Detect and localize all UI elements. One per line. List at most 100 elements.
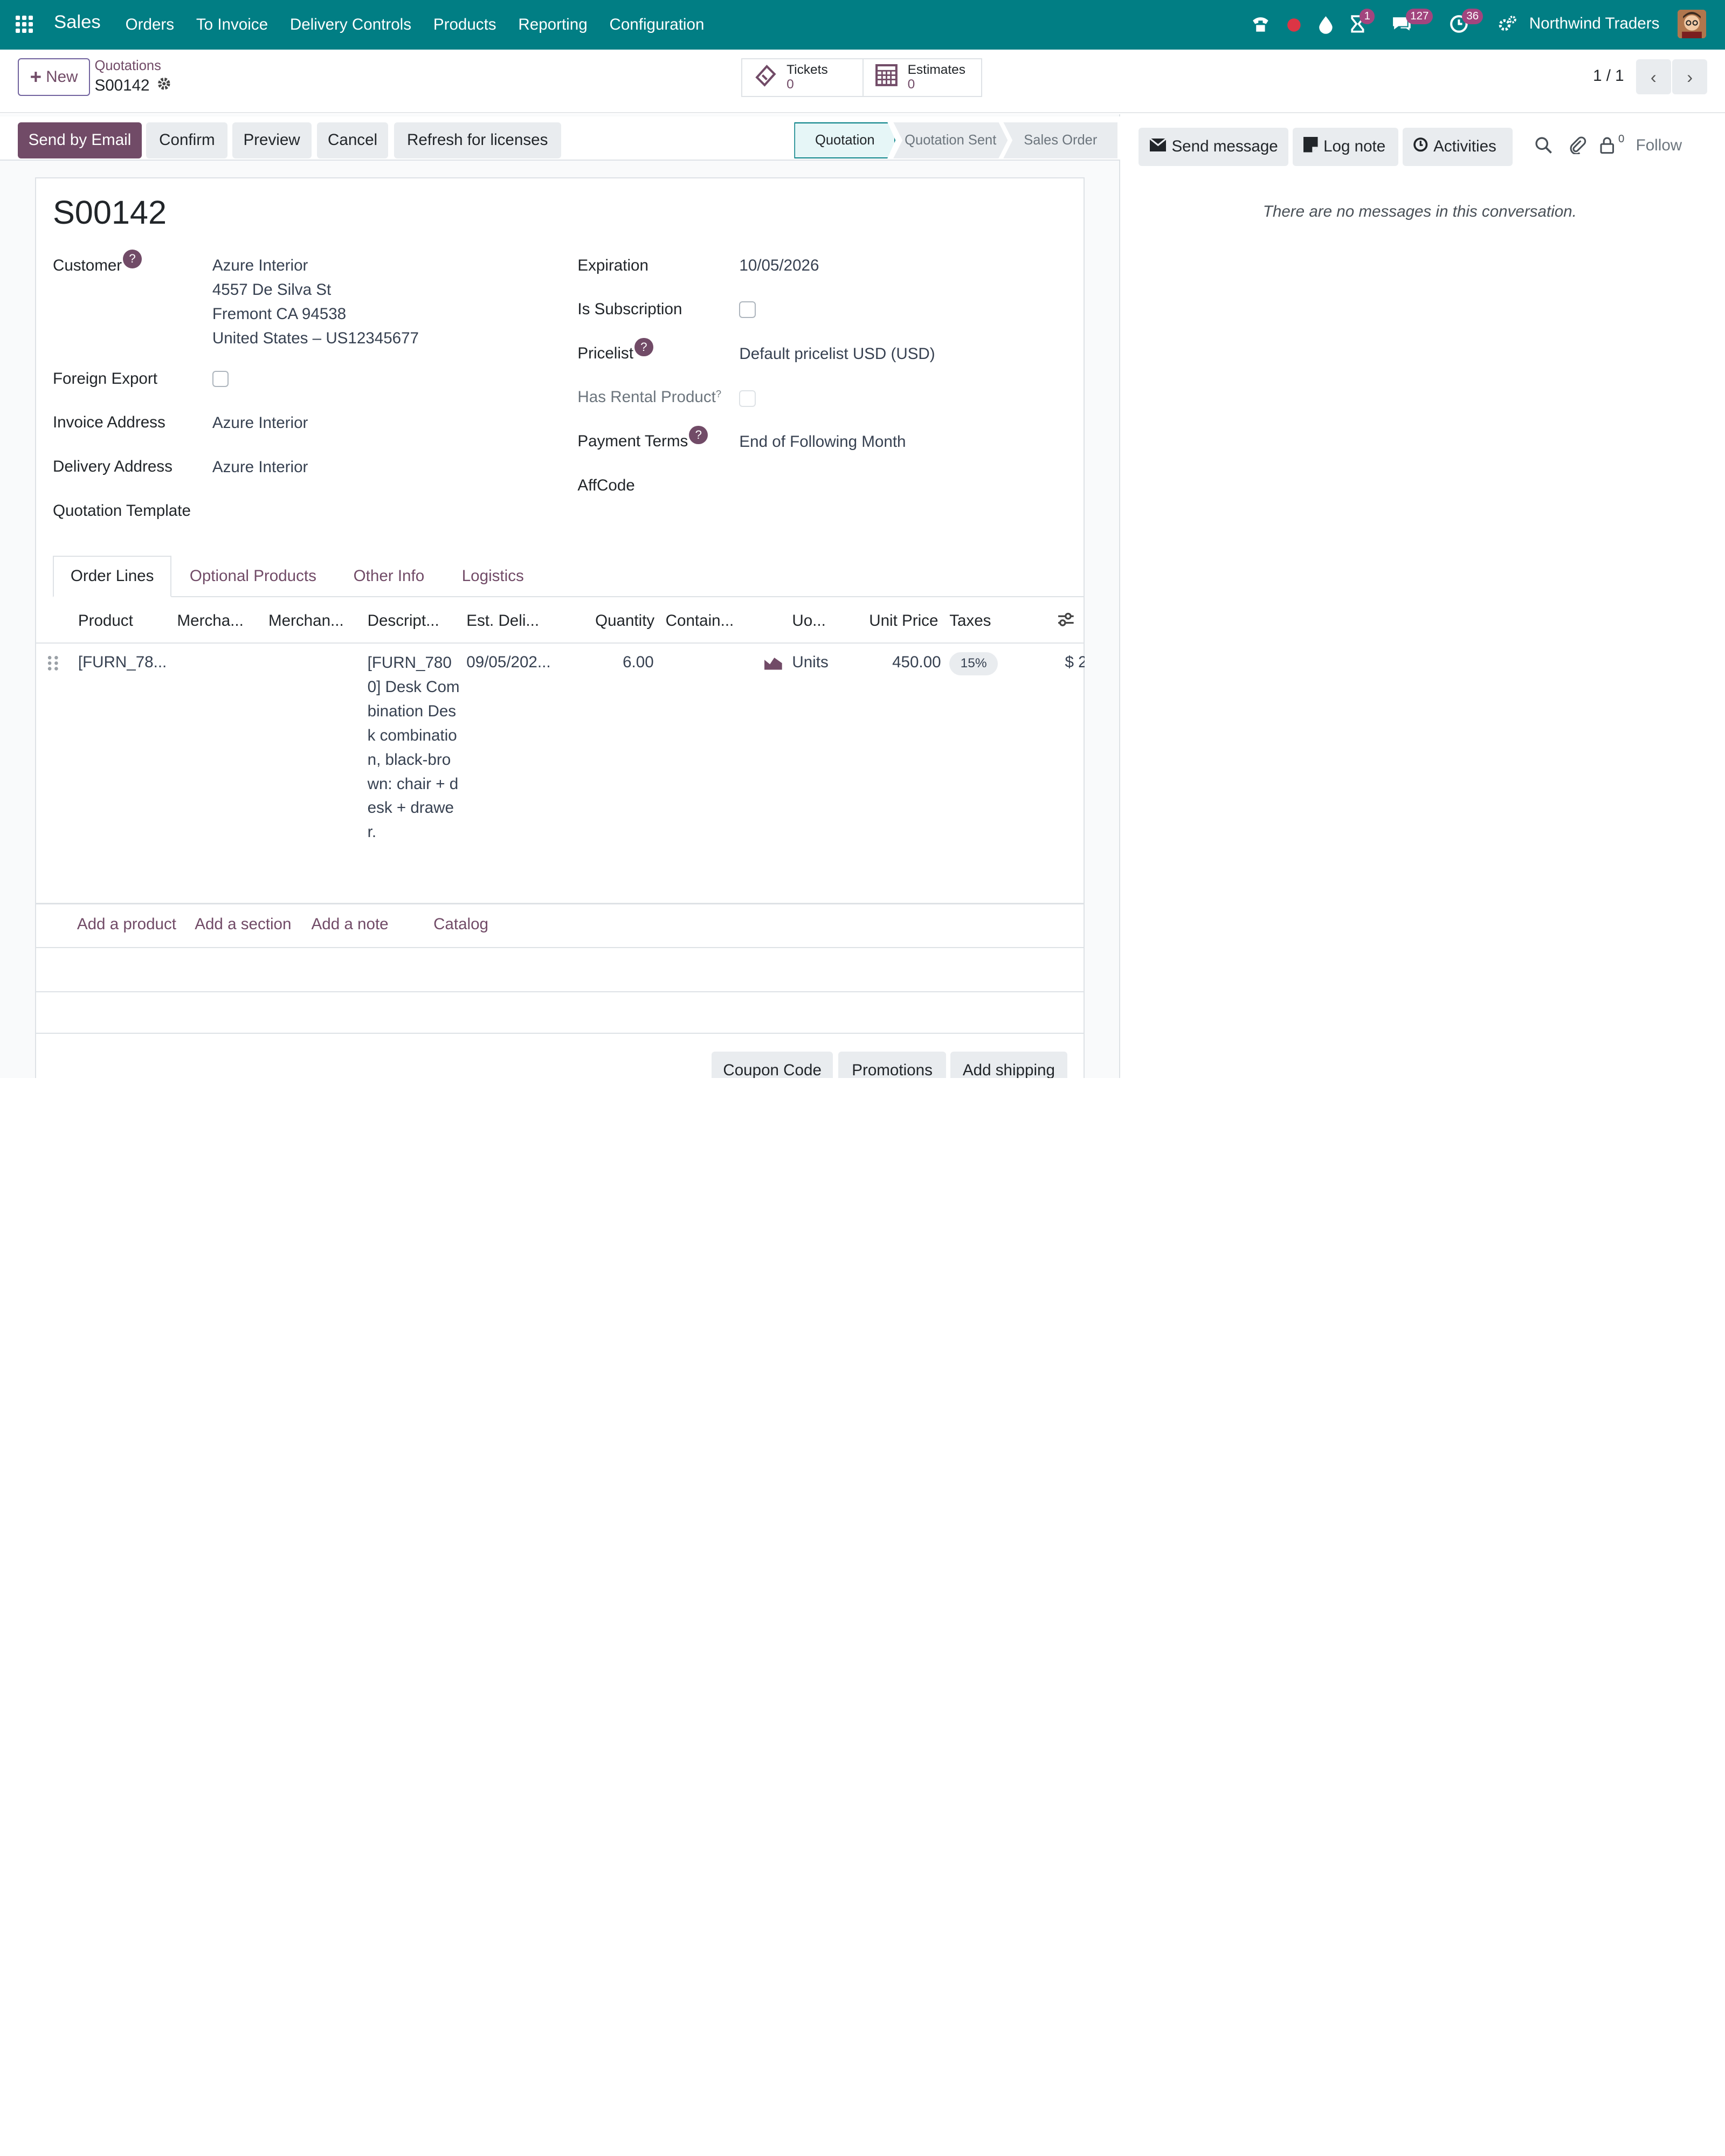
tab-logistics[interactable]: Logistics bbox=[444, 556, 541, 598]
help-icon[interactable]: ? bbox=[716, 388, 721, 399]
messages-badge: 127 bbox=[1406, 9, 1433, 24]
tab-other-info[interactable]: Other Info bbox=[336, 556, 441, 598]
app-name[interactable]: Sales bbox=[54, 12, 101, 33]
envelope-icon bbox=[1149, 137, 1167, 156]
is-subscription-checkbox[interactable] bbox=[739, 301, 756, 318]
activities-button[interactable]: Activities bbox=[1403, 127, 1513, 167]
log-note-label: Log note bbox=[1323, 137, 1386, 156]
preview-button[interactable]: Preview bbox=[232, 122, 312, 158]
row-quantity[interactable]: 6.00 bbox=[623, 653, 654, 672]
pager-next-icon[interactable]: › bbox=[1672, 59, 1708, 95]
column-merchandise-1[interactable]: Mercha... bbox=[177, 612, 244, 630]
row-uom[interactable]: Units bbox=[792, 653, 828, 672]
help-icon[interactable]: ? bbox=[689, 425, 708, 445]
messages-icon[interactable]: 127 bbox=[1391, 9, 1433, 35]
column-taxes[interactable]: Taxes bbox=[949, 612, 991, 630]
has-rental-checkbox bbox=[739, 390, 756, 407]
order-title: S00142 bbox=[52, 194, 167, 231]
row-product[interactable]: [FURN_78... bbox=[78, 653, 167, 672]
row-unit-price[interactable]: 450.00 bbox=[892, 653, 941, 672]
clock-icon bbox=[1413, 137, 1428, 156]
help-icon[interactable]: ? bbox=[634, 337, 653, 357]
follower-count: 0 bbox=[1618, 133, 1625, 145]
menu-configuration[interactable]: Configuration bbox=[598, 0, 715, 50]
payment-terms-label: Payment Terms? bbox=[577, 425, 708, 451]
menu-reporting[interactable]: Reporting bbox=[507, 0, 598, 50]
apps-menu-icon[interactable] bbox=[15, 15, 33, 33]
add-note-link[interactable]: Add a note bbox=[312, 915, 389, 934]
control-panel: + New Quotations S00142 Tickets 0 Estima… bbox=[0, 49, 1725, 114]
stage-quotation[interactable]: Quotation bbox=[794, 122, 896, 158]
send-by-email-button[interactable]: Send by Email bbox=[17, 122, 142, 158]
column-description[interactable]: Descript... bbox=[368, 612, 439, 630]
stage-quotation-sent[interactable]: Quotation Sent bbox=[893, 122, 1008, 158]
add-section-link[interactable]: Add a section bbox=[195, 915, 291, 934]
help-icon[interactable]: ? bbox=[123, 250, 142, 268]
add-shipping-button[interactable]: Add shipping bbox=[950, 1052, 1067, 1078]
settings-gears-icon[interactable] bbox=[1496, 13, 1518, 35]
smart-button-tickets[interactable]: Tickets 0 bbox=[741, 58, 864, 97]
coupon-code-button[interactable]: Coupon Code bbox=[712, 1052, 833, 1078]
menu-products[interactable]: Products bbox=[422, 0, 507, 50]
menu-orders[interactable]: Orders bbox=[114, 0, 185, 50]
paperclip-icon[interactable] bbox=[1569, 136, 1586, 158]
column-unit-price[interactable]: Unit Price bbox=[869, 612, 938, 630]
tab-order-lines[interactable]: Order Lines bbox=[52, 555, 172, 598]
column-merchandise-2[interactable]: Merchan... bbox=[268, 612, 344, 630]
column-uom[interactable]: Uo... bbox=[792, 612, 825, 630]
breadcrumb-quotations[interactable]: Quotations bbox=[95, 58, 161, 74]
forecast-chart-icon[interactable] bbox=[763, 655, 783, 675]
expiration-label: Expiration bbox=[577, 256, 648, 274]
pager-value[interactable]: 1 / 1 bbox=[1593, 67, 1624, 85]
tab-optional-products[interactable]: Optional Products bbox=[174, 556, 332, 598]
customer-field[interactable]: Azure Interior 4557 De Silva St Fremont … bbox=[212, 254, 419, 351]
expiration-field[interactable]: 10/05/2026 bbox=[739, 254, 819, 278]
affcode-field[interactable] bbox=[739, 474, 1069, 499]
recording-dot-icon[interactable] bbox=[1283, 13, 1305, 35]
invoice-address-field[interactable]: Azure Interior bbox=[212, 411, 308, 436]
promotions-button[interactable]: Promotions bbox=[838, 1052, 947, 1078]
column-container[interactable]: Contain... bbox=[666, 612, 734, 630]
payment-terms-field[interactable]: End of Following Month bbox=[739, 430, 906, 454]
new-button[interactable]: + New bbox=[17, 58, 91, 96]
drag-handle-icon[interactable] bbox=[46, 653, 59, 678]
log-note-button[interactable]: Log note bbox=[1292, 127, 1398, 167]
foreign-export-checkbox[interactable] bbox=[212, 370, 229, 388]
note-icon bbox=[1303, 137, 1318, 157]
send-message-button[interactable]: Send message bbox=[1138, 127, 1288, 167]
estimates-count: 0 bbox=[907, 77, 915, 92]
gear-icon[interactable] bbox=[156, 76, 172, 96]
company-switcher[interactable]: Northwind Traders bbox=[1529, 15, 1660, 33]
add-product-link[interactable]: Add a product bbox=[77, 915, 176, 934]
refresh-licenses-button[interactable]: Refresh for licenses bbox=[394, 122, 561, 158]
smart-button-estimates[interactable]: Estimates 0 bbox=[862, 58, 983, 97]
user-avatar[interactable] bbox=[1678, 10, 1707, 39]
followers-lock-icon[interactable] bbox=[1599, 136, 1615, 158]
row-tax-badge[interactable]: 15% bbox=[949, 652, 998, 676]
row-est-delivery[interactable]: 09/05/202... bbox=[466, 653, 550, 672]
optional-columns-icon[interactable] bbox=[1056, 610, 1076, 634]
delivery-address-field[interactable]: Azure Interior bbox=[212, 455, 308, 480]
catalog-link[interactable]: Catalog bbox=[433, 915, 488, 934]
menu-to-invoice[interactable]: To Invoice bbox=[185, 0, 279, 50]
pricelist-field[interactable]: Default pricelist USD (USD) bbox=[739, 342, 935, 367]
clock-icon[interactable]: 36 bbox=[1448, 9, 1484, 35]
quotation-template-field[interactable] bbox=[212, 500, 542, 524]
tickets-count: 0 bbox=[786, 77, 794, 92]
cancel-button[interactable]: Cancel bbox=[316, 122, 389, 158]
menu-delivery-controls[interactable]: Delivery Controls bbox=[279, 0, 422, 50]
row-divider bbox=[35, 947, 1085, 949]
drop-icon[interactable] bbox=[1315, 13, 1337, 35]
confirm-button[interactable]: Confirm bbox=[146, 122, 228, 158]
pager-previous-icon[interactable]: ‹ bbox=[1636, 59, 1671, 95]
search-icon[interactable] bbox=[1535, 136, 1552, 158]
activity-hourglass-icon[interactable]: 1 bbox=[1347, 9, 1375, 35]
follow-button[interactable]: Follow bbox=[1636, 136, 1682, 155]
stage-sales-order[interactable]: Sales Order bbox=[1003, 122, 1118, 158]
phone-icon[interactable] bbox=[1250, 13, 1272, 35]
has-rental-label: Has Rental Product? bbox=[577, 388, 721, 406]
row-description[interactable]: [FURN_7800] Desk Combination Desk combin… bbox=[368, 651, 463, 845]
column-product[interactable]: Product bbox=[78, 612, 133, 630]
column-quantity[interactable]: Quantity bbox=[595, 612, 654, 630]
column-est-delivery[interactable]: Est. Deli... bbox=[466, 612, 539, 630]
